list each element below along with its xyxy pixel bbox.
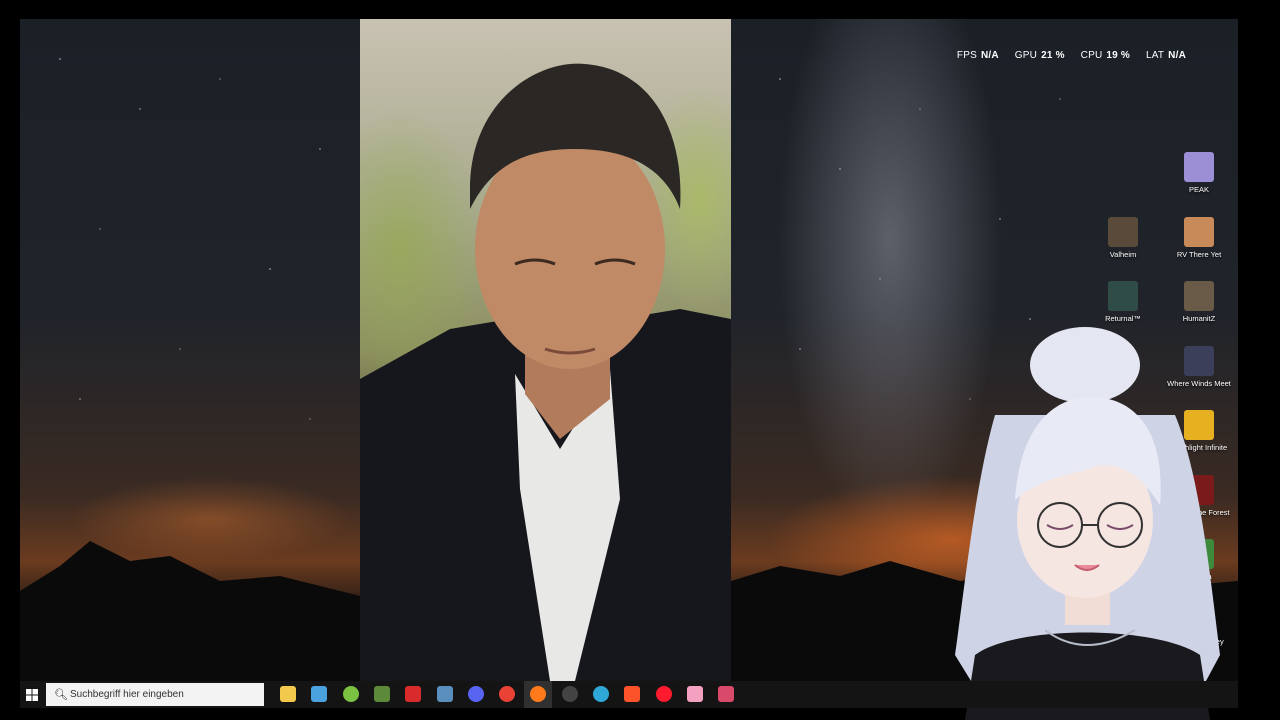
taskbar-app-button[interactable] (337, 681, 365, 708)
video-panel (360, 19, 731, 681)
vtube-icon (686, 686, 703, 702)
toggle-app-icon (718, 686, 735, 702)
taskbar-app-button[interactable] (618, 681, 646, 708)
search-icon: 🔍︎ (54, 689, 68, 701)
chrome-icon (499, 686, 516, 702)
desktop-icon-peak[interactable]: PEAK (1164, 152, 1234, 194)
desktop-icon-label: PEAK (1188, 185, 1209, 194)
taskbar: 🔍︎ Suchbegriff hier eingeben (20, 681, 1238, 708)
file-explorer-icon (280, 686, 296, 702)
taskbar-app-button[interactable] (681, 681, 709, 708)
minecraft-icon (373, 686, 390, 702)
gpu-readout: GPU 21 % (1014, 50, 1065, 61)
search-box[interactable]: 🔍︎ Suchbegriff hier eingeben (46, 683, 264, 706)
taskbar-app-button[interactable] (712, 681, 740, 708)
desktop-icon-valheim[interactable]: Valheim (1088, 217, 1158, 259)
vtuber-avatar (955, 327, 1220, 720)
peak-icon (1184, 152, 1214, 182)
desktop-icon-label: HumanitZ (1182, 314, 1216, 323)
desktop-icon-label: RV There Yet (1176, 250, 1222, 259)
store-icon (311, 686, 328, 702)
windows-logo-icon (26, 688, 38, 701)
taskbar-app-button[interactable] (305, 681, 333, 708)
taskbar-app-button[interactable] (524, 681, 553, 708)
taskbar-app-button[interactable] (462, 681, 490, 708)
magic-app-icon (405, 686, 422, 702)
rv-there-yet-icon (1184, 217, 1214, 247)
brave-icon (624, 686, 641, 702)
taskbar-app-button[interactable] (399, 681, 427, 708)
taskbar-app-button[interactable] (650, 681, 678, 708)
taskbar-app-button[interactable] (556, 681, 584, 708)
person-portrait (360, 63, 731, 681)
latency-readout: LAT N/A (1145, 50, 1186, 61)
desktop-icon-rv-there-yet[interactable]: RV There Yet (1164, 217, 1234, 259)
fps-readout: FPS N/A (956, 50, 999, 61)
firefox-icon (530, 686, 547, 702)
taskbar-app-button[interactable] (431, 681, 459, 708)
steam-icon (436, 686, 453, 702)
returnal-icon (1108, 281, 1138, 311)
performance-overlay: FPS N/A GPU 21 % CPU 19 % LAT N/A (957, 50, 1186, 61)
taskbar-app-button[interactable] (274, 681, 302, 708)
obs-icon (561, 686, 578, 702)
desktop-icon-label: Returnal™ (1105, 314, 1141, 323)
cpu-readout: CPU 19 % (1080, 50, 1130, 61)
app-blue-icon (593, 686, 609, 702)
android-icon (342, 686, 359, 702)
desktop-icon-humanitz[interactable]: HumanitZ (1164, 281, 1234, 323)
desktop-icon-label: Valheim (1109, 250, 1137, 259)
taskbar-app-button[interactable] (493, 681, 521, 708)
opera-gx-icon (655, 686, 672, 702)
start-button[interactable] (20, 681, 44, 708)
taskbar-app-button[interactable] (368, 681, 396, 708)
taskbar-app-button[interactable] (587, 681, 615, 708)
desktop-icon-returnal[interactable]: Returnal™ (1088, 281, 1158, 323)
search-placeholder: Suchbegriff hier eingeben (70, 689, 184, 700)
discord-icon (467, 686, 484, 702)
valheim-icon (1108, 217, 1138, 247)
humanitz-icon (1184, 281, 1214, 311)
